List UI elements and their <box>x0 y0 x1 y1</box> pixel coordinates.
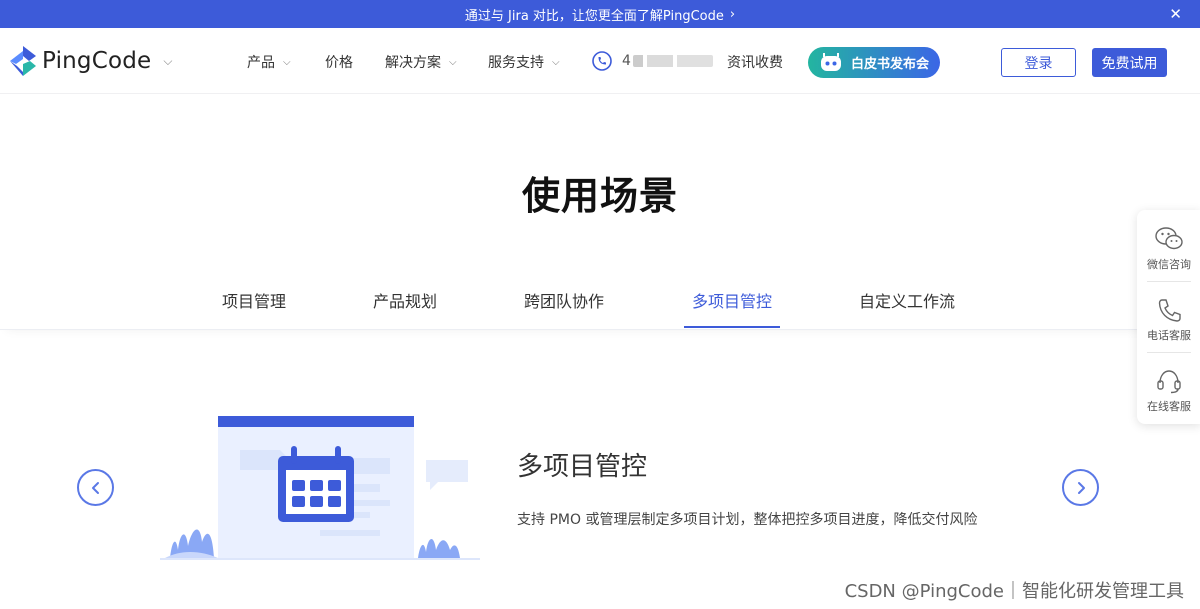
site-header: PingCode ⌵ 产品 ⌵ 价格 解决方案 ⌵ 服务支持 ⌵ 4 资讯收费 <box>0 28 1200 94</box>
side-contact-panel: 微信咨询 电话客服 在线客服 <box>1137 210 1200 424</box>
wechat-icon <box>1155 227 1183 250</box>
chevron-right-icon <box>1077 481 1085 494</box>
logo[interactable]: PingCode ⌵ <box>10 46 173 76</box>
announcement-text[interactable]: 通过与 Jira 对比，让您更全面了解PingCode <box>465 5 724 24</box>
side-label-online: 在线客服 <box>1147 400 1191 413</box>
chevron-down-icon[interactable]: ⌵ <box>163 54 172 69</box>
robot-icon <box>821 52 841 71</box>
chevron-left-icon <box>91 481 99 494</box>
nav-product[interactable]: 产品 ⌵ <box>247 52 291 72</box>
active-tab-indicator <box>684 326 780 328</box>
next-button[interactable] <box>1062 469 1099 506</box>
login-button[interactable]: 登录 <box>1001 48 1076 77</box>
phone-number: 4 <box>622 53 631 69</box>
announcement-bar[interactable]: 通过与 Jira 对比，让您更全面了解PingCode › ✕ <box>0 0 1200 28</box>
pingcode-logo-icon <box>10 46 36 76</box>
nav-price[interactable]: 价格 <box>325 52 353 72</box>
nav-support[interactable]: 服务支持 ⌵ <box>488 52 560 72</box>
divider <box>1147 281 1191 282</box>
side-label-wechat: 微信咨询 <box>1147 258 1191 271</box>
calendar-illustration <box>160 416 480 560</box>
side-label-phone: 电话客服 <box>1147 329 1191 342</box>
feature-description: 支持 PMO 或管理层制定多项目计划，整体把控多项目进度，降低交付风险 <box>517 512 978 528</box>
tab-multi-project[interactable]: 多项目管控 <box>692 288 772 312</box>
nav-news-label: 资讯收费 <box>727 55 783 71</box>
side-item-phone[interactable]: 电话客服 <box>1137 285 1200 355</box>
tab-cross-team[interactable]: 跨团队协作 <box>524 288 604 312</box>
tab-product-planning[interactable]: 产品规划 <box>373 288 437 312</box>
side-item-wechat[interactable]: 微信咨询 <box>1137 214 1200 284</box>
logo-text: PingCode <box>42 48 152 74</box>
nav-solutions[interactable]: 解决方案 ⌵ <box>385 52 457 72</box>
chevron-down-icon: ⌵ <box>283 56 291 68</box>
nav-support-label: 服务支持 <box>488 55 544 71</box>
headset-icon <box>1157 370 1181 394</box>
nav-price-label: 价格 <box>325 55 353 71</box>
nav-solutions-label: 解决方案 <box>385 55 441 71</box>
phone-contact[interactable]: 4 <box>592 51 713 71</box>
whitepaper-launch-button[interactable]: 白皮书发布会 <box>808 47 940 78</box>
free-trial-button[interactable]: 免费试用 <box>1092 48 1167 77</box>
watermark: CSDN @PingCode｜智能化研发管理工具 <box>844 581 1184 602</box>
phone-number-blur <box>632 55 713 67</box>
close-icon[interactable]: ✕ <box>1169 5 1182 23</box>
feature-title: 多项目管控 <box>517 452 648 482</box>
chevron-down-icon: ⌵ <box>552 56 560 68</box>
launch-label: 白皮书发布会 <box>851 57 930 72</box>
divider <box>1147 352 1191 353</box>
scenario-tabs: 项目管理 产品规划 跨团队协作 多项目管控 自定义工作流 <box>0 274 1200 330</box>
nav-news[interactable]: 资讯收费 <box>727 52 783 72</box>
prev-button[interactable] <box>77 469 114 506</box>
chevron-right-icon: › <box>729 6 736 22</box>
phone-icon <box>592 51 612 71</box>
section-title: 使用场景 <box>521 174 678 218</box>
tab-custom-workflow[interactable]: 自定义工作流 <box>859 288 955 312</box>
tab-project-management[interactable]: 项目管理 <box>222 288 286 312</box>
nav-product-label: 产品 <box>247 55 275 71</box>
side-item-online[interactable]: 在线客服 <box>1137 356 1200 426</box>
chevron-down-icon: ⌵ <box>449 56 457 68</box>
phone-icon <box>1158 299 1181 322</box>
